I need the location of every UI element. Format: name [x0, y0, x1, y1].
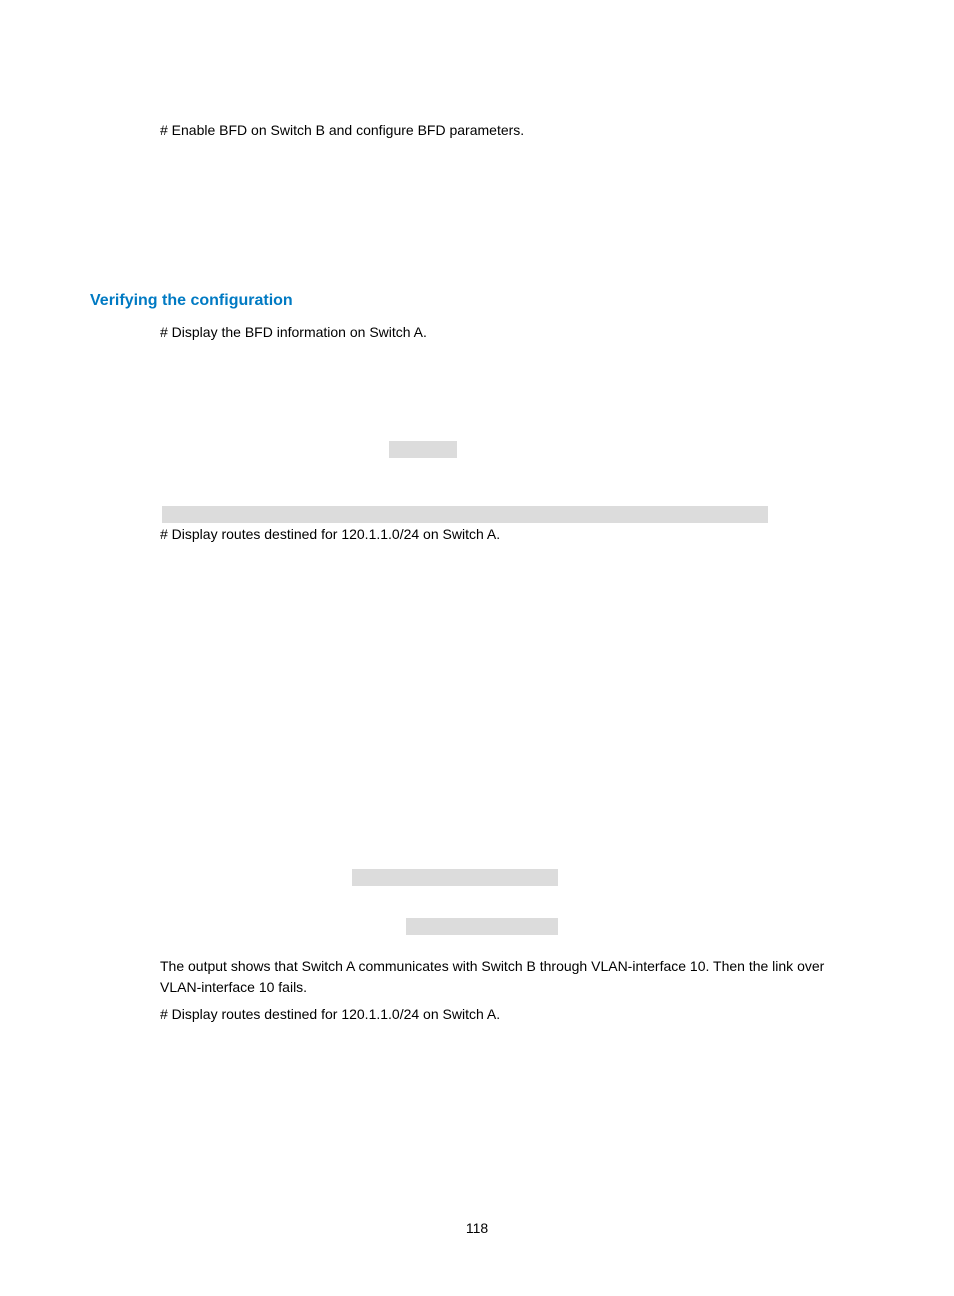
paragraph-output-description: The output shows that Switch A communica… [160, 956, 864, 998]
paragraph-display-routes-2: # Display routes destined for 120.1.1.0/… [160, 1004, 864, 1025]
highlight-block [162, 506, 768, 523]
highlight-block [389, 441, 457, 458]
paragraph-enable-bfd: # Enable BFD on Switch B and configure B… [160, 120, 864, 141]
highlight-block [352, 869, 558, 886]
page-number: 118 [0, 1220, 954, 1236]
paragraph-display-routes-1: # Display routes destined for 120.1.1.0/… [160, 524, 864, 545]
highlight-block [406, 918, 558, 935]
paragraph-display-bfd: # Display the BFD information on Switch … [160, 322, 864, 343]
section-heading-verifying: Verifying the configuration [90, 292, 864, 310]
